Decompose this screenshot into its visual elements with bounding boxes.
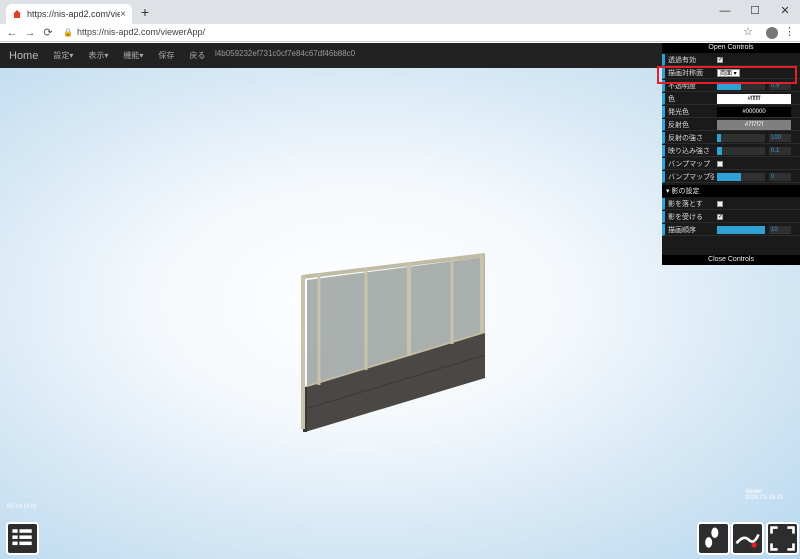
row-bump-map[interactable]: バンプマップ — [662, 158, 800, 170]
render-order-slider[interactable] — [717, 226, 765, 234]
receive-shadow-checkbox[interactable]: ✓ — [717, 213, 723, 220]
tab-title: https://nis-apd2.com/viewerApp/ — [27, 9, 121, 19]
close-controls-button[interactable]: Close Controls — [662, 255, 800, 265]
list-icon — [12, 529, 32, 546]
specular-swatch[interactable]: #7f7f7f — [717, 120, 791, 130]
profile-avatar[interactable] — [766, 27, 778, 39]
open-controls-button[interactable]: Open Controls — [662, 43, 800, 53]
row-render-order[interactable]: 描画順序 10 — [662, 224, 800, 236]
row-color[interactable]: 色 #ffffff — [662, 93, 800, 105]
browser-tab[interactable]: https://nis-apd2.com/viewerApp/ × — [6, 4, 132, 24]
row-specular[interactable]: 反射色 #7f7f7f — [662, 119, 800, 131]
transparency-checkbox[interactable]: ✓ — [717, 56, 723, 63]
walk-mode-button[interactable] — [697, 522, 730, 555]
nav-settings-menu[interactable]: 設定▾ — [53, 50, 73, 61]
render-order-value[interactable]: 10 — [769, 226, 791, 234]
object-list-button[interactable] — [6, 522, 39, 555]
row-emissive[interactable]: 発光色 #000000 — [662, 106, 800, 118]
browser-tab-bar: https://nis-apd2.com/viewerApp/ × + — ☐ … — [0, 0, 800, 24]
emissive-swatch[interactable]: #000000 — [717, 107, 791, 117]
minimize-button[interactable]: — — [710, 0, 740, 24]
reflectivity-slider[interactable] — [717, 147, 765, 155]
reload-button[interactable]: ⟳ — [40, 25, 56, 41]
row-shininess[interactable]: 反射の強さ 100 — [662, 132, 800, 144]
nav-save[interactable]: 保存 — [158, 50, 174, 61]
footprints-icon — [705, 527, 719, 548]
bump-scale-slider[interactable] — [717, 173, 765, 181]
bump-scale-value[interactable]: 0 — [769, 173, 791, 181]
measure-icon — [735, 534, 760, 548]
version-text: viewer 2019.03.29.01 — [745, 489, 784, 501]
bookmark-star-icon[interactable]: ☆ — [743, 25, 753, 38]
bump-map-checkbox[interactable] — [717, 160, 723, 167]
3d-viewport[interactable]: Home 設定▾ 表示▾ 機能▾ 保存 戻る l4b059232ef731c0c… — [0, 43, 800, 559]
nav-function-menu[interactable]: 機能▾ — [123, 50, 143, 61]
browser-menu-icon[interactable]: ⋮ — [784, 25, 795, 38]
fullscreen-button[interactable] — [766, 522, 799, 555]
shininess-value[interactable]: 100 — [769, 134, 791, 142]
color-swatch[interactable]: #ffffff — [717, 94, 791, 104]
url-field[interactable]: https://nis-apd2.com/viewerApp/ — [77, 27, 205, 37]
back-button[interactable]: ← — [4, 25, 20, 41]
lock-icon: 🔒 — [63, 28, 73, 37]
shadow-settings-folder[interactable]: ▾ 影の設定 — [662, 185, 800, 197]
nav-view-menu[interactable]: 表示▾ — [88, 50, 108, 61]
tab-close-icon[interactable]: × — [120, 9, 126, 20]
cast-shadow-checkbox[interactable] — [717, 200, 723, 207]
row-transparency-enabled[interactable]: 透過有効 ✓ — [662, 54, 800, 66]
shininess-slider[interactable] — [717, 134, 765, 142]
forward-button[interactable]: → — [22, 25, 38, 41]
close-window-button[interactable]: ✕ — [770, 0, 800, 24]
measure-button[interactable] — [731, 522, 764, 555]
row-bump-scale[interactable]: バンプマップ強さ 0 — [662, 171, 800, 183]
fps-readout: 60.14 (0.0) — [7, 504, 37, 510]
maximize-button[interactable]: ☐ — [740, 0, 770, 24]
house-icon — [13, 10, 21, 18]
row-reflectivity[interactable]: 映り込み強さ 0.1 — [662, 145, 800, 157]
fullscreen-icon — [770, 526, 795, 551]
row-receive-shadow[interactable]: 影を受ける ✓ — [662, 211, 800, 223]
nav-back[interactable]: 戻る — [189, 50, 205, 61]
highlight-box — [657, 66, 797, 84]
model-id-text: l4b059232ef731c0cf7e84c67df46b88c0 — [215, 49, 356, 58]
address-bar: ← → ⟳ 🔒 https://nis-apd2.com/viewerApp/ … — [0, 24, 800, 42]
row-cast-shadow[interactable]: 影を落とす — [662, 198, 800, 210]
reflectivity-value[interactable]: 0.1 — [769, 147, 791, 155]
nav-home[interactable]: Home — [9, 50, 38, 62]
new-tab-button[interactable]: + — [137, 4, 153, 20]
